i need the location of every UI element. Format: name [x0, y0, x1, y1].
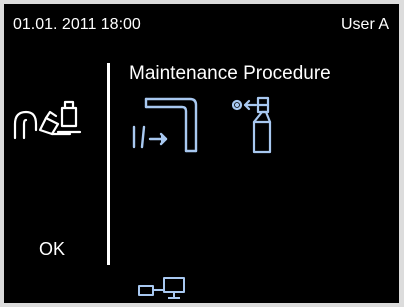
datetime-display: 01.01. 2011 18:00 [13, 16, 141, 33]
vertical-divider [107, 63, 110, 265]
ok-button[interactable]: OK [39, 239, 65, 260]
handpiece-maintenance-icon [12, 94, 102, 140]
water-pipe-flow-icon[interactable] [130, 97, 200, 153]
current-user: User A [340, 16, 389, 33]
status-bar: 01.01. 2011 18:00 User A [4, 4, 399, 42]
network-connection-icon [138, 277, 192, 301]
procedure-title: Maintenance Procedure [129, 63, 331, 84]
device-screen: 01.01. 2011 18:00 User A Maintenance Pro… [4, 4, 399, 303]
spray-can-icon[interactable] [232, 94, 274, 156]
